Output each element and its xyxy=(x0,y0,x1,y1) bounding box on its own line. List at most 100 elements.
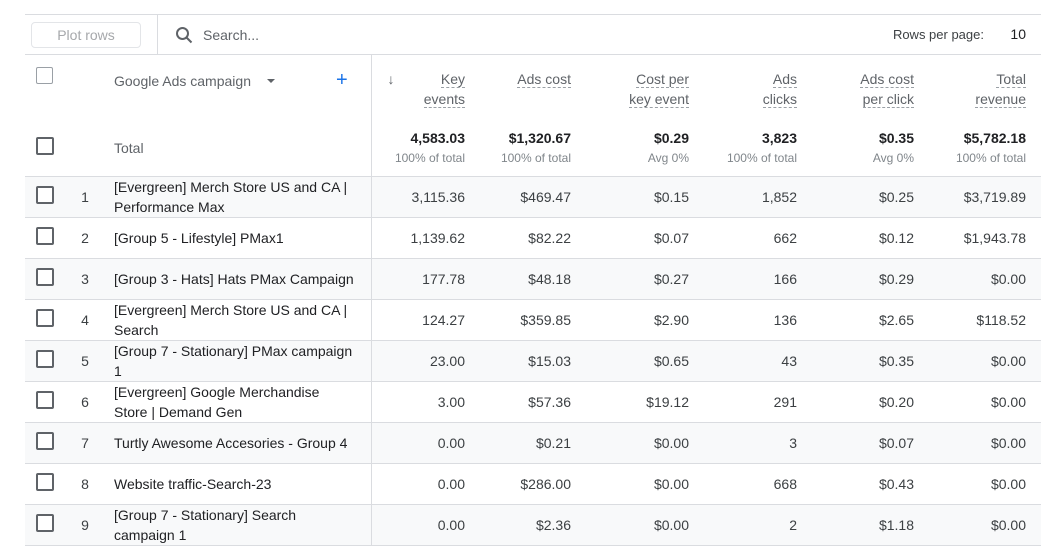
row-number: 8 xyxy=(65,463,105,505)
row-checkbox-cell xyxy=(25,217,65,259)
table-body: 1 [Evergreen] Merch Store US and CA | Per… xyxy=(25,176,1041,546)
rows-per-page-select[interactable]: 10 xyxy=(1010,26,1026,42)
cell-total-revenue: $0.00 xyxy=(929,258,1041,300)
cell-ads-cost-per-click: $0.20 xyxy=(812,381,929,423)
campaign-name: [Evergreen] Google Merchandise Store | D… xyxy=(105,381,372,423)
row-checkbox-cell xyxy=(25,422,65,464)
table-row[interactable]: 7 Turtly Awesome Accesories - Group 4 0.00… xyxy=(25,422,1041,464)
row-number: 7 xyxy=(65,422,105,464)
table-toolbar: Plot rows Rows per page: 10 xyxy=(25,14,1041,55)
campaign-name: [Group 5 - Lifestyle] PMax1 xyxy=(105,217,372,259)
table-row[interactable]: 2 [Group 5 - Lifestyle] PMax1 1,139.62 $82.… xyxy=(25,217,1041,259)
cell-total-revenue: $0.00 xyxy=(929,463,1041,505)
row-checkbox[interactable] xyxy=(36,309,54,327)
cell-key-events: 1,139.62 xyxy=(371,217,480,259)
table-row[interactable]: 4 [Evergreen] Merch Store US and CA | Sea… xyxy=(25,299,1041,341)
cell-cost-per-key-event: $0.00 xyxy=(586,422,704,464)
total-checkbox[interactable] xyxy=(36,136,54,155)
select-all-checkbox[interactable] xyxy=(36,67,53,84)
row-checkbox[interactable] xyxy=(36,391,54,409)
cell-cost-per-key-event: $0.15 xyxy=(586,176,704,218)
total-label: Total xyxy=(105,121,372,177)
row-number: 6 xyxy=(65,381,105,423)
dimension-selector[interactable]: Google Ads campaign xyxy=(114,73,251,89)
row-checkbox[interactable] xyxy=(36,514,54,532)
campaign-name: [Group 3 - Hats] Hats PMax Campaign xyxy=(105,258,372,300)
total-row: Total 4,583.03 100% of total $1,320.67 100… xyxy=(25,121,1041,177)
cell-ads-cost-per-click: $0.12 xyxy=(812,217,929,259)
campaign-name: [Evergreen] Merch Store US and CA | Sear… xyxy=(105,299,372,341)
table-row[interactable]: 6 [Evergreen] Google Merchandise Store | … xyxy=(25,381,1041,423)
total-cost-per-key-event: $0.29 Avg 0% xyxy=(586,121,704,177)
cell-ads-cost: $82.22 xyxy=(480,217,586,259)
column-header-ads-cost[interactable]: Ads cost xyxy=(480,55,586,121)
row-checkbox-cell xyxy=(25,463,65,505)
row-checkbox[interactable] xyxy=(36,432,54,450)
sort-descending-icon[interactable]: ↓ xyxy=(388,69,395,89)
cell-ads-clicks: 291 xyxy=(704,381,812,423)
row-number: 2 xyxy=(65,217,105,259)
table-row[interactable]: 9 [Group 7 - Stationary] Search campaign … xyxy=(25,504,1041,546)
cell-ads-cost-per-click: $0.07 xyxy=(812,422,929,464)
rows-per-page-label: Rows per page: xyxy=(892,27,984,42)
cell-total-revenue: $0.00 xyxy=(929,381,1041,423)
cell-ads-clicks: 166 xyxy=(704,258,812,300)
column-header-cost-per-key-event[interactable]: Cost per key event xyxy=(586,55,704,121)
column-header-key-events[interactable]: ↓ Key events xyxy=(371,55,480,121)
row-number: 9 xyxy=(65,504,105,546)
column-header-total-revenue[interactable]: Total revenue xyxy=(929,55,1041,121)
cell-total-revenue: $0.00 xyxy=(929,340,1041,382)
campaign-name: Turtly Awesome Accesories - Group 4 xyxy=(105,422,372,464)
column-header-ads-cost-per-click[interactable]: Ads cost per click xyxy=(812,55,929,121)
cell-ads-clicks: 1,852 xyxy=(704,176,812,218)
search-input[interactable] xyxy=(203,23,603,47)
cell-ads-cost-per-click: $0.35 xyxy=(812,340,929,382)
cell-ads-cost: $469.47 xyxy=(480,176,586,218)
row-checkbox[interactable] xyxy=(36,186,54,204)
row-checkbox[interactable] xyxy=(36,473,54,491)
cell-ads-cost: $2.36 xyxy=(480,504,586,546)
row-checkbox[interactable] xyxy=(36,350,54,368)
select-all-cell xyxy=(25,55,65,121)
cell-cost-per-key-event: $2.90 xyxy=(586,299,704,341)
row-checkbox[interactable] xyxy=(36,268,54,286)
cell-total-revenue: $1,943.78 xyxy=(929,217,1041,259)
total-checkbox-cell xyxy=(25,121,65,177)
cell-cost-per-key-event: $0.65 xyxy=(586,340,704,382)
total-ads-cost-per-click: $0.35 Avg 0% xyxy=(812,121,929,177)
plot-rows-button[interactable]: Plot rows xyxy=(31,22,141,48)
row-checkbox[interactable] xyxy=(36,227,54,245)
row-number: 3 xyxy=(65,258,105,300)
total-revenue: $5,782.18 100% of total xyxy=(929,121,1041,177)
column-header-ads-clicks[interactable]: Ads clicks xyxy=(704,55,812,121)
cell-ads-clicks: 2 xyxy=(704,504,812,546)
cell-total-revenue: $0.00 xyxy=(929,504,1041,546)
row-number: 1 xyxy=(65,176,105,218)
cell-ads-cost-per-click: $0.25 xyxy=(812,176,929,218)
table-row[interactable]: 3 [Group 3 - Hats] Hats PMax Campaign 177.… xyxy=(25,258,1041,300)
cell-ads-clicks: 662 xyxy=(704,217,812,259)
cell-ads-cost: $48.18 xyxy=(480,258,586,300)
table-row[interactable]: 1 [Evergreen] Merch Store US and CA | Per… xyxy=(25,176,1041,218)
cell-key-events: 0.00 xyxy=(371,463,480,505)
cell-ads-cost-per-click: $0.43 xyxy=(812,463,929,505)
cell-key-events: 3,115.36 xyxy=(371,176,480,218)
cell-key-events: 0.00 xyxy=(371,422,480,464)
row-checkbox-cell xyxy=(25,340,65,382)
cell-cost-per-key-event: $0.00 xyxy=(586,504,704,546)
cell-key-events: 3.00 xyxy=(371,381,480,423)
cell-ads-cost: $0.21 xyxy=(480,422,586,464)
cell-key-events: 177.78 xyxy=(371,258,480,300)
cell-ads-cost: $359.85 xyxy=(480,299,586,341)
row-number: 4 xyxy=(65,299,105,341)
cell-ads-cost: $286.00 xyxy=(480,463,586,505)
total-rownum xyxy=(65,121,105,177)
cell-ads-cost-per-click: $0.29 xyxy=(812,258,929,300)
table-row[interactable]: 8 Website traffic-Search-23 0.00 $286.00 $0.… xyxy=(25,463,1041,505)
add-dimension-icon[interactable]: + xyxy=(336,68,348,92)
report-table-card: Plot rows Rows per page: 10 Google Ads c… xyxy=(25,14,1041,546)
row-number: 5 xyxy=(65,340,105,382)
rownum-header xyxy=(65,55,105,121)
dimension-dropdown-icon[interactable] xyxy=(267,79,275,83)
table-row[interactable]: 5 [Group 7 - Stationary] PMax campaign 12… xyxy=(25,340,1041,382)
